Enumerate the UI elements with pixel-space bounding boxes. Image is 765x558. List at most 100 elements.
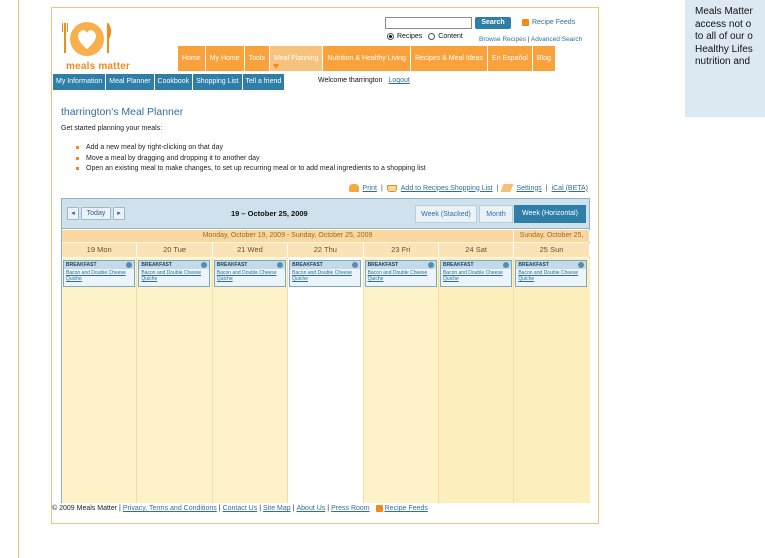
- nav-espanol[interactable]: En Español: [487, 46, 532, 71]
- day-header[interactable]: 23 Fri: [363, 243, 439, 257]
- nav-nutrition[interactable]: Nutrition & Healthy Living: [322, 46, 410, 71]
- meal-name-link[interactable]: Bacon and Double Cheese Quiche: [215, 269, 285, 283]
- meal-card[interactable]: BREAKFAST Bacon and Double Cheese Quiche: [63, 260, 135, 287]
- meal-card[interactable]: BREAKFAST Bacon and Double Cheese Quiche: [138, 260, 211, 287]
- settings-link[interactable]: Settings: [516, 185, 541, 192]
- meal-card[interactable]: BREAKFAST Bacon and Double Cheese Quiche: [289, 260, 362, 287]
- footer-link-sitemap[interactable]: Site Map: [263, 505, 291, 512]
- nav-my-home[interactable]: My Home: [204, 46, 244, 71]
- print-link[interactable]: Print: [363, 185, 377, 192]
- nav-recipes[interactable]: Recipes & Meal Ideas: [409, 46, 488, 71]
- ical-link[interactable]: iCal (BETA): [552, 185, 588, 192]
- day-header[interactable]: 24 Sat: [438, 243, 515, 257]
- footer-link-about[interactable]: About Us: [296, 505, 325, 512]
- view-week-stacked-button[interactable]: Week (Stacked): [415, 205, 477, 223]
- logo-text: meals matter: [66, 61, 131, 72]
- meal-info-icon[interactable]: [126, 262, 132, 268]
- browse-links: Browse Recipes | Advanced Search: [479, 36, 582, 43]
- meal-type: BREAKFAST: [365, 261, 436, 269]
- sub-navigation: My Information Meal Planner Cookbook Sho…: [53, 74, 285, 90]
- prev-week-button[interactable]: ◂: [67, 207, 79, 220]
- next-week-button[interactable]: ▸: [113, 207, 125, 220]
- recipe-feeds-link[interactable]: Recipe Feeds: [522, 19, 575, 26]
- tab-meal-planner[interactable]: Meal Planner: [106, 74, 154, 90]
- rss-icon: [375, 505, 383, 512]
- day-header[interactable]: 19 Mon: [62, 243, 138, 257]
- meal-name-link[interactable]: Bacon and Double Cheese Quiche: [516, 269, 586, 283]
- side-panel-line: to all of our o: [695, 31, 753, 42]
- day-header[interactable]: 22 Thu: [288, 243, 364, 257]
- today-button[interactable]: Today: [81, 207, 111, 220]
- separator: |: [327, 505, 330, 512]
- day-cell[interactable]: BREAKFAST Bacon and Double Cheese Quiche: [212, 258, 289, 503]
- logout-link[interactable]: Logout: [388, 77, 409, 84]
- meal-info-icon[interactable]: [352, 262, 359, 268]
- left-divider-line: [18, 0, 19, 558]
- view-month-button[interactable]: Month: [479, 205, 513, 223]
- nav-tools[interactable]: Tools: [243, 46, 269, 71]
- tab-tell-a-friend[interactable]: Tell a friend: [242, 74, 285, 90]
- day-cell-today[interactable]: BREAKFAST Bacon and Double Cheese Quiche: [288, 258, 364, 503]
- footer-link-privacy[interactable]: Privacy, Terms and Conditions: [123, 505, 217, 512]
- nav-home[interactable]: Home: [177, 46, 205, 71]
- advanced-search-link[interactable]: Advanced Search: [531, 36, 582, 43]
- footer-recipe-feeds-link[interactable]: Recipe Feeds: [385, 505, 428, 512]
- separator: |: [545, 184, 548, 192]
- meal-info-icon[interactable]: [427, 262, 434, 268]
- footer-link-contact[interactable]: Contact Us: [223, 505, 258, 512]
- print-icon: [348, 184, 359, 192]
- tip-item: Open an existing meal to make changes, t…: [76, 164, 426, 175]
- footer-link-press[interactable]: Press Room: [331, 505, 370, 512]
- site-footer: © 2009 Meals Matter | Privacy, Terms and…: [52, 505, 428, 512]
- meal-type: BREAKFAST: [516, 261, 587, 269]
- week-band-main: Monday, October 19, 2009 - Sunday, Octob…: [62, 230, 514, 242]
- rss-icon: [522, 19, 529, 26]
- meal-name-link[interactable]: Bacon and Double Cheese Quiche: [64, 269, 134, 283]
- radio-recipes[interactable]: Recipes: [387, 33, 422, 40]
- separator: |: [218, 505, 221, 512]
- tab-shopping-list[interactable]: Shopping List: [193, 74, 242, 90]
- day-header[interactable]: 20 Tue: [137, 243, 213, 257]
- day-cell[interactable]: BREAKFAST Bacon and Double Cheese Quiche: [137, 258, 213, 503]
- meal-card[interactable]: BREAKFAST Bacon and Double Cheese Quiche: [439, 260, 512, 287]
- week-band-end: Sunday, October 25,: [514, 230, 590, 242]
- day-cell[interactable]: BREAKFAST Bacon and Double Cheese Quiche: [363, 258, 439, 503]
- week-band: Monday, October 19, 2009 - Sunday, Octob…: [62, 230, 590, 242]
- day-cell[interactable]: BREAKFAST Bacon and Double Cheese Quiche: [514, 258, 590, 503]
- meal-type: BREAKFAST: [64, 261, 134, 269]
- side-info-panel: Meals Matter access not o to all of our …: [685, 0, 765, 117]
- site-frame: meals matter Search Recipe Feeds Recipes…: [51, 7, 599, 524]
- day-header[interactable]: 21 Wed: [212, 243, 289, 257]
- day-cell[interactable]: BREAKFAST Bacon and Double Cheese Quiche: [62, 258, 138, 503]
- meal-info-icon[interactable]: [578, 262, 585, 268]
- meal-name-link[interactable]: Bacon and Double Cheese Quiche: [290, 269, 360, 283]
- day-headers: 19 Mon 20 Tue 21 Wed 22 Thu 23 Fri 24 Sa…: [62, 243, 590, 257]
- tab-my-information[interactable]: My Information: [53, 74, 106, 90]
- tab-cookbook[interactable]: Cookbook: [154, 74, 193, 90]
- separator: |: [259, 505, 262, 512]
- day-cell[interactable]: BREAKFAST Bacon and Double Cheese Quiche: [438, 258, 515, 503]
- meal-type-label: BREAKFAST: [66, 262, 97, 268]
- search-button[interactable]: Search: [475, 17, 511, 29]
- nav-blog[interactable]: Blog: [531, 46, 555, 71]
- search-input[interactable]: [385, 17, 472, 29]
- radio-content[interactable]: Content: [428, 33, 463, 40]
- meal-name-link[interactable]: Bacon and Double Cheese Quiche: [139, 269, 209, 283]
- meal-card[interactable]: BREAKFAST Bacon and Double Cheese Quiche: [213, 260, 286, 287]
- site-logo[interactable]: meals matter: [60, 15, 180, 79]
- day-columns: BREAKFAST Bacon and Double Cheese Quiche…: [62, 258, 590, 503]
- add-to-shopping-list-link[interactable]: Add to Recipes Shopping List: [401, 185, 493, 192]
- meal-name-link[interactable]: Bacon and Double Cheese Quiche: [441, 269, 511, 283]
- day-header[interactable]: 25 Sun: [514, 243, 590, 257]
- nav-meal-planning[interactable]: Meal Planning: [268, 46, 323, 71]
- tips-list: Add a new meal by right-clicking on that…: [76, 143, 426, 175]
- meal-card[interactable]: BREAKFAST Bacon and Double Cheese Quiche: [515, 260, 588, 287]
- meal-info-icon[interactable]: [276, 262, 283, 268]
- meal-name-link[interactable]: Bacon and Double Cheese Quiche: [366, 269, 436, 283]
- view-week-horizontal-button[interactable]: Week (Horizontal): [514, 205, 586, 223]
- meal-info-icon[interactable]: [201, 262, 208, 268]
- meal-card[interactable]: BREAKFAST Bacon and Double Cheese Quiche: [364, 260, 437, 287]
- browse-recipes-link[interactable]: Browse Recipes: [479, 36, 526, 43]
- meal-info-icon[interactable]: [502, 262, 509, 268]
- date-range-label: 19 – October 25, 2009: [231, 209, 308, 218]
